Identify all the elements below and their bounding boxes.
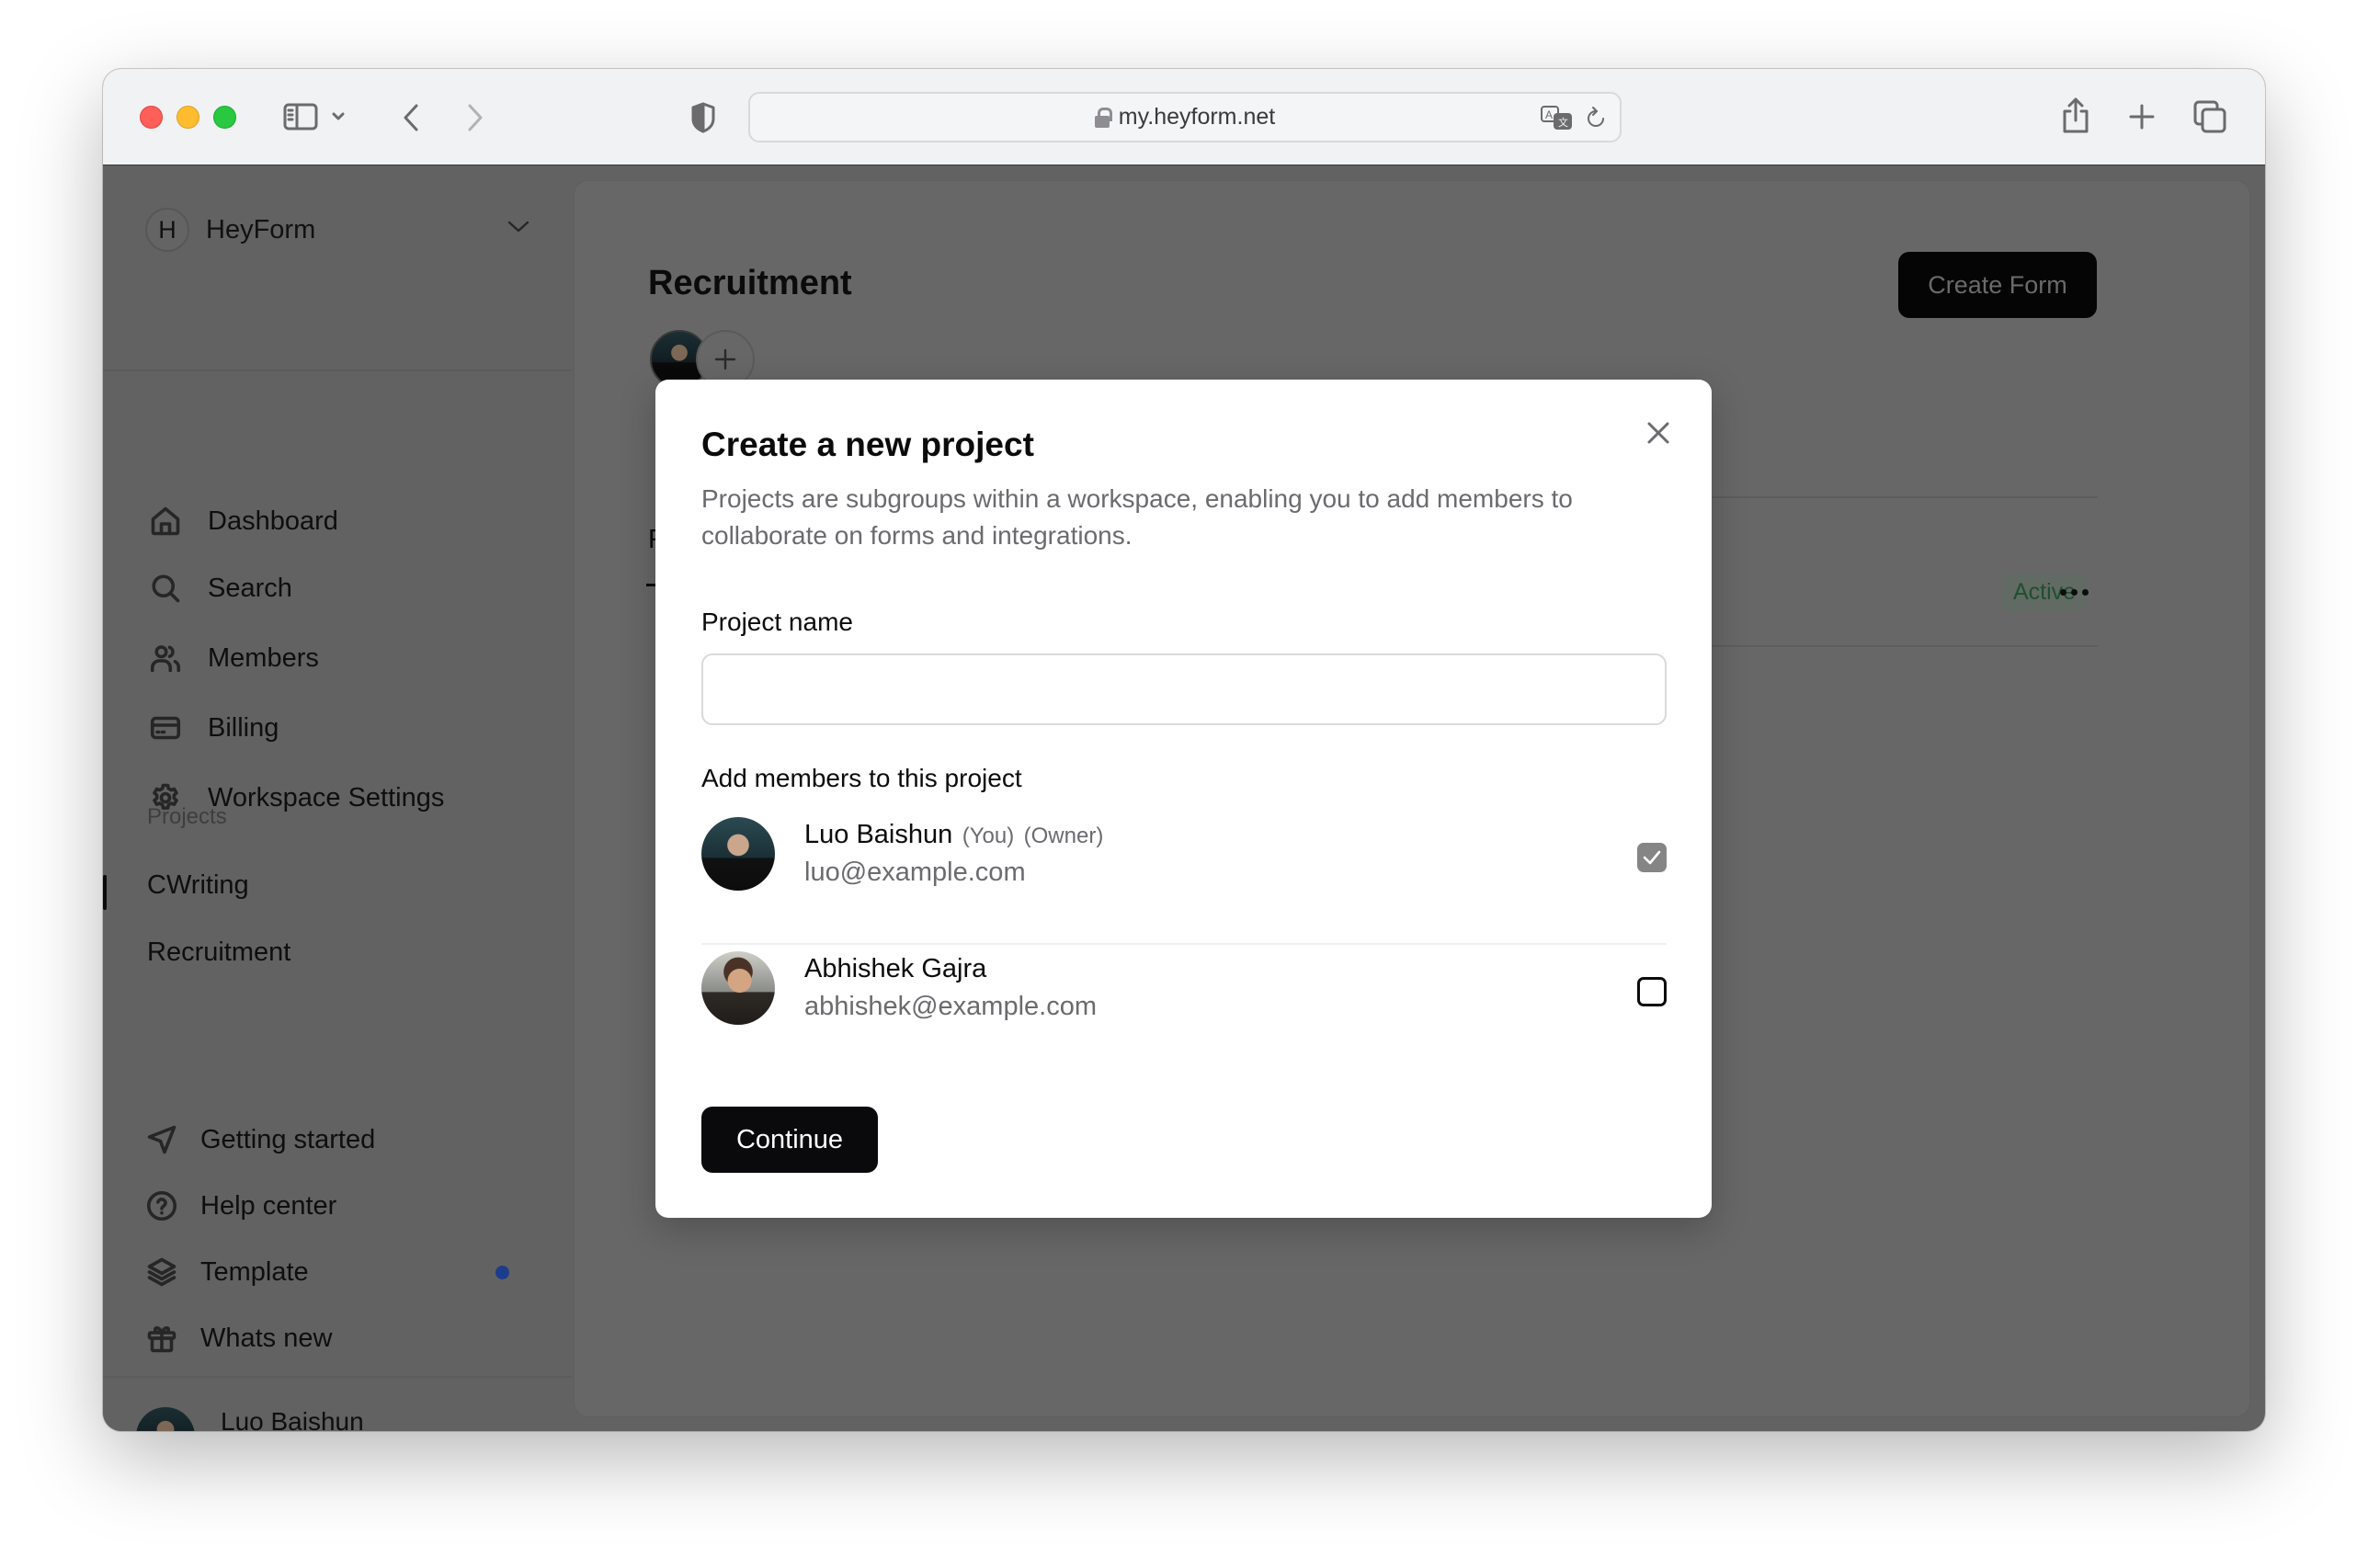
notification-dot: [495, 1266, 509, 1279]
project-name-input[interactable]: [701, 653, 1667, 725]
lock-icon: [1094, 107, 1112, 128]
back-icon[interactable]: [397, 100, 425, 135]
checkmark-icon: [1643, 850, 1661, 865]
member-owner-tag: (Owner): [1023, 824, 1104, 848]
browser-toolbar: my.heyform.net A文: [103, 69, 2265, 165]
minimize-window-button[interactable]: [176, 106, 199, 129]
sidebar-item-label: Dashboard: [208, 506, 338, 536]
chevron-down-icon: [506, 218, 531, 241]
reload-icon[interactable]: [1581, 103, 1611, 134]
chevron-down-icon[interactable]: [329, 106, 347, 128]
user-name: Luo Baishun: [221, 1407, 364, 1431]
url-text: my.heyform.net: [1118, 104, 1276, 130]
member-row: Abhishek Gajra abhishek@example.com: [701, 942, 1667, 1034]
member-avatar: [701, 951, 775, 1025]
member-email: abhishek@example.com: [804, 992, 1097, 1021]
new-tab-icon[interactable]: [2125, 98, 2158, 135]
sidebar-item-whats-new[interactable]: Whats new: [143, 1316, 332, 1360]
sidebar-item-label: Search: [208, 573, 292, 603]
sidebar-footer-divider: [103, 1376, 572, 1378]
fullscreen-window-button[interactable]: [213, 106, 236, 129]
sidebar-project-recruitment[interactable]: Recruitment: [147, 937, 290, 968]
sidebar: H HeyForm Dashboard Search Members Billi…: [103, 165, 572, 1431]
user-avatar: [136, 1407, 195, 1431]
close-window-button[interactable]: [140, 106, 163, 129]
home-icon: [147, 503, 184, 540]
workspace-name: HeyForm: [206, 214, 316, 244]
member-name: Abhishek Gajra: [804, 954, 987, 983]
close-icon[interactable]: [1638, 413, 1679, 453]
sidebar-item-template[interactable]: Template: [143, 1250, 309, 1294]
create-form-button[interactable]: Create Form: [1898, 252, 2097, 318]
sidebar-divider: [103, 369, 572, 371]
sidebar-item-getting-started[interactable]: Getting started: [143, 1118, 375, 1162]
share-icon[interactable]: [2059, 95, 2092, 137]
sidebar-item-help-center[interactable]: Help center: [143, 1184, 336, 1228]
projects-section-label: Projects: [147, 804, 227, 829]
member-checkbox[interactable]: [1637, 977, 1667, 1006]
help-circle-icon: [143, 1187, 180, 1224]
address-bar[interactable]: my.heyform.net A文: [748, 92, 1622, 142]
forward-icon[interactable]: [461, 100, 489, 135]
modal-title: Create a new project: [701, 426, 1034, 463]
continue-button[interactable]: Continue: [701, 1107, 878, 1173]
sidebar-item-label: Template: [200, 1256, 309, 1287]
sidebar-item-label: Whats new: [200, 1323, 333, 1353]
sidebar-item-billing[interactable]: Billing: [147, 706, 279, 750]
modal-description: Projects are subgroups within a workspac…: [701, 484, 1573, 550]
member-avatar: [701, 817, 775, 891]
member-row: Luo Baishun (You) (Owner) luo@example.co…: [701, 808, 1667, 900]
project-name-label: Project name: [701, 608, 853, 636]
browser-window: my.heyform.net A文 H HeyForm Dashboard Se…: [103, 69, 2265, 1431]
svg-text:文: 文: [1558, 116, 1568, 129]
workspace-switcher[interactable]: H HeyForm: [145, 207, 531, 253]
sidebar-item-members[interactable]: Members: [147, 636, 319, 680]
workspace-avatar: H: [145, 208, 189, 252]
svg-text:A: A: [1545, 108, 1553, 121]
sidebar-item-label: Getting started: [200, 1124, 376, 1154]
tab-overview-icon[interactable]: [2192, 98, 2228, 135]
sidebar-item-label: Workspace Settings: [208, 782, 445, 812]
search-icon: [147, 570, 184, 607]
sidebar-item-label: Members: [208, 642, 319, 673]
active-project-indicator: [103, 875, 107, 910]
translate-icon[interactable]: A文: [1539, 103, 1576, 134]
more-options-icon[interactable]: [2051, 578, 2097, 606]
sidebar-toggle-icon[interactable]: [282, 100, 319, 133]
user-profile[interactable]: Luo Baishun View Profile: [136, 1404, 364, 1431]
credit-card-icon: [147, 710, 184, 746]
member-checkbox[interactable]: [1637, 843, 1667, 872]
users-icon: [147, 640, 184, 676]
create-project-modal: Create a new project Projects are subgro…: [655, 380, 1712, 1218]
send-icon: [143, 1121, 180, 1158]
layers-icon: [143, 1254, 180, 1290]
sidebar-item-search[interactable]: Search: [147, 566, 292, 610]
sidebar-project-cwriting[interactable]: CWriting: [147, 870, 249, 901]
member-you-tag: (You): [962, 824, 1015, 848]
sidebar-item-dashboard[interactable]: Dashboard: [147, 499, 338, 543]
member-email: luo@example.com: [804, 858, 1026, 887]
page-title: Recruitment: [648, 264, 852, 302]
gift-icon: [143, 1320, 180, 1357]
members-label: Add members to this project: [701, 764, 1022, 792]
sidebar-item-label: Help center: [200, 1190, 337, 1221]
privacy-shield-icon[interactable]: [689, 100, 717, 135]
member-name: Luo Baishun: [804, 820, 953, 849]
sidebar-item-label: Billing: [208, 712, 279, 743]
